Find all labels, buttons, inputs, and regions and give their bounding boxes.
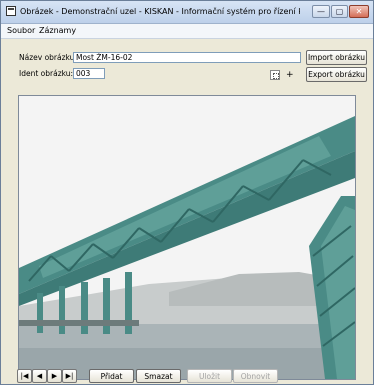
maximize-icon: ▢ bbox=[335, 7, 344, 16]
minimize-icon: — bbox=[317, 7, 325, 16]
bridge-illustration bbox=[19, 96, 355, 379]
last-record-button[interactable]: ▶| bbox=[62, 369, 77, 383]
maximize-button[interactable]: ▢ bbox=[331, 5, 348, 18]
close-button[interactable]: ✕ bbox=[349, 5, 369, 18]
import-image-button[interactable]: Import obrázku bbox=[306, 50, 367, 65]
add-small-icon[interactable]: + bbox=[286, 70, 294, 80]
add-record-button[interactable]: Přidat bbox=[89, 369, 134, 383]
next-record-button[interactable]: ▶ bbox=[47, 369, 62, 383]
close-icon: ✕ bbox=[355, 7, 363, 16]
minimize-button[interactable]: — bbox=[312, 5, 330, 18]
save-button[interactable]: Uložit bbox=[187, 369, 232, 383]
export-image-button[interactable]: Export obrázku bbox=[306, 67, 367, 82]
menu-soubor[interactable]: Soubor bbox=[7, 26, 35, 36]
window-title: Obrázek - Demonstrační uzel - KISKAN - I… bbox=[20, 7, 300, 16]
delete-record-button[interactable]: Smazat bbox=[136, 369, 181, 383]
revert-button[interactable]: Obnovit bbox=[233, 369, 278, 383]
image-window: Obrázek - Demonstrační uzel - KISKAN - I… bbox=[0, 0, 374, 385]
small-frame-icon[interactable] bbox=[270, 70, 280, 80]
menu-zaznamy[interactable]: Záznamy bbox=[39, 26, 76, 36]
image-ident-label: Ident obrázku: bbox=[19, 69, 74, 78]
image-ident-field[interactable]: 003 bbox=[73, 68, 105, 79]
title-bar[interactable]: Obrázek - Demonstrační uzel - KISKAN - I… bbox=[1, 1, 373, 24]
first-record-button[interactable]: |◀ bbox=[17, 369, 32, 383]
form-content: Název obrázku: Most ŽM-16-02 Ident obráz… bbox=[1, 39, 373, 384]
image-name-label: Název obrázku: bbox=[19, 53, 77, 62]
image-name-field[interactable]: Most ŽM-16-02 bbox=[73, 52, 301, 63]
menu-bar: Soubor Záznamy bbox=[1, 24, 373, 39]
window-app-icon bbox=[6, 6, 16, 16]
bridge-photo bbox=[18, 95, 356, 380]
prev-record-button[interactable]: ◀ bbox=[32, 369, 47, 383]
